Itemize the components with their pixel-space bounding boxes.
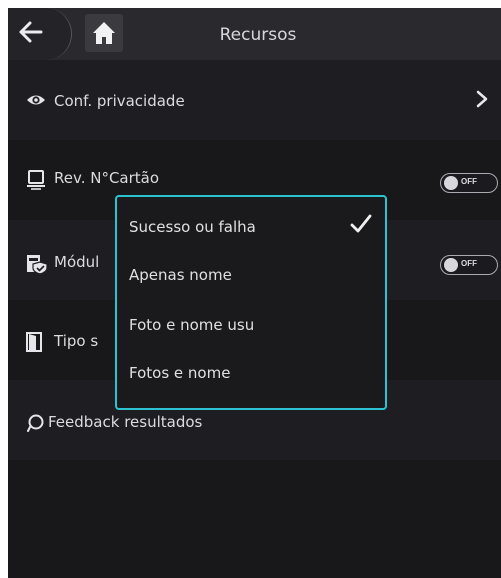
- eye-icon: [27, 95, 45, 105]
- row-label-module: Módul: [54, 253, 100, 271]
- home-button[interactable]: [85, 14, 123, 52]
- settings-row-privacy[interactable]: Conf. privacidade: [8, 60, 501, 140]
- feedback-options-dropdown: Sucesso ou falha Apenas nome Foto e nome…: [115, 195, 387, 410]
- row-label-type: Tipo s: [54, 332, 99, 350]
- page-title: Recursos: [219, 25, 297, 45]
- card-reader-icon: [27, 170, 45, 190]
- toggle-knob: [444, 176, 458, 190]
- option-fotos-e-nome[interactable]: Fotos e nome: [129, 364, 369, 382]
- module-toggle[interactable]: OFF: [440, 255, 498, 275]
- home-icon: [93, 22, 115, 44]
- card-number-toggle[interactable]: OFF: [440, 173, 498, 193]
- back-button[interactable]: [8, 8, 72, 60]
- row-label-card-number: Rev. N°Cartão: [54, 169, 160, 187]
- toggle-state: OFF: [461, 259, 477, 268]
- row-label-feedback: Feedback resultados: [48, 413, 203, 431]
- option-sucesso-ou-falha[interactable]: Sucesso ou falha: [129, 218, 369, 236]
- toggle-knob: [444, 258, 458, 272]
- header-bar: Recursos: [8, 8, 501, 60]
- toggle-state: OFF: [461, 177, 477, 186]
- chevron-right-icon: [476, 90, 488, 108]
- device-screen: Recursos Conf. privacidade Rev. N°Cartão…: [8, 8, 501, 578]
- door-icon: [26, 332, 42, 352]
- feedback-icon: [27, 414, 44, 432]
- arrow-left-icon: [19, 21, 43, 43]
- option-apenas-nome[interactable]: Apenas nome: [129, 266, 369, 284]
- option-foto-e-nome-usu[interactable]: Foto e nome usu: [129, 316, 369, 334]
- row-label-privacy: Conf. privacidade: [54, 92, 185, 110]
- checkmark-icon: [350, 214, 372, 233]
- module-shield-icon: [27, 255, 48, 274]
